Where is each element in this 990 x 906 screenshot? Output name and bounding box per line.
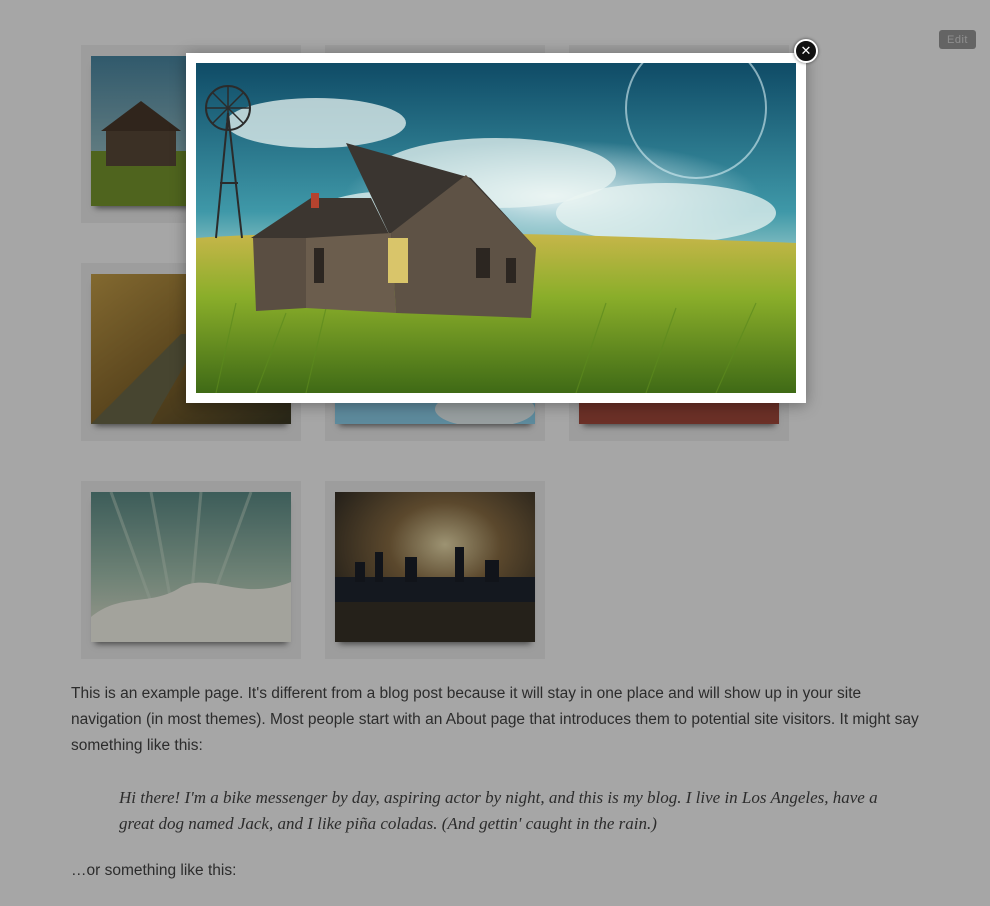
lightbox (186, 53, 806, 403)
page: This is an example page. It's different … (0, 0, 990, 906)
close-icon[interactable]: ✕ (794, 39, 818, 63)
lightbox-image (196, 63, 796, 393)
